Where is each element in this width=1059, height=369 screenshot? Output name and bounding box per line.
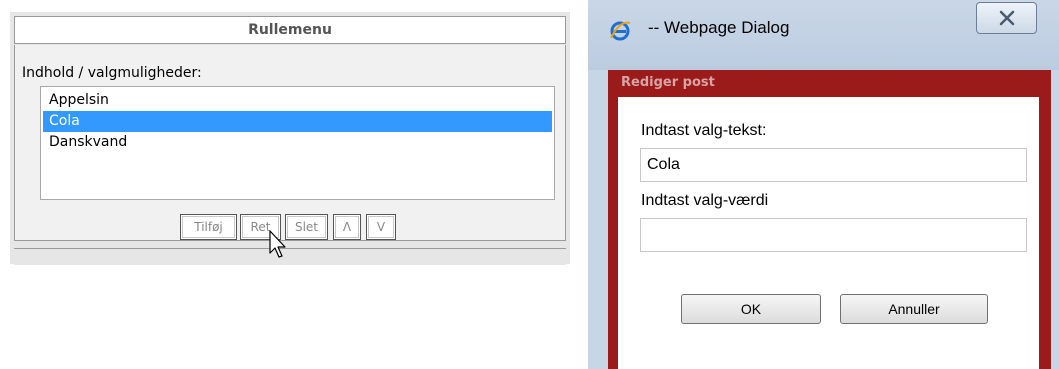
panel-footer [14, 248, 566, 265]
webpage-dialog: -- Webpage Dialog Rediger post Indtast v… [588, 0, 1059, 369]
dialog-body: Indtast valg-tekst: Cola Indtast valg-væ… [618, 97, 1039, 369]
options-label: Indhold / valgmuligheder: [22, 65, 202, 81]
dialog-frame: Rediger post Indtast valg-tekst: Cola In… [608, 70, 1051, 369]
add-button[interactable]: Tilføj [180, 214, 237, 240]
panel-title: Rullemenu [14, 16, 566, 44]
delete-button[interactable]: Slet [285, 214, 328, 240]
mouse-pointer-icon [269, 230, 286, 258]
dropdown-editor-panel: Rullemenu Indhold / valgmuligheder: Appe… [10, 12, 570, 265]
dialog-panel-title: Rediger post [621, 75, 715, 90]
value-input[interactable] [640, 218, 1027, 252]
move-down-button[interactable]: V [366, 214, 396, 240]
cancel-button[interactable]: Annuller [840, 294, 988, 324]
move-up-button[interactable]: Λ [333, 214, 361, 240]
close-icon [999, 10, 1015, 26]
dialog-titlebar: -- Webpage Dialog [588, 0, 1059, 70]
ie-icon [610, 21, 631, 41]
list-item[interactable]: Appelsin [43, 90, 552, 111]
dialog-title: -- Webpage Dialog [648, 18, 790, 37]
value-label: Indtast valg-værdi [641, 192, 769, 209]
ok-button[interactable]: OK [681, 294, 821, 324]
text-input[interactable]: Cola [640, 148, 1027, 182]
close-button[interactable] [976, 2, 1037, 34]
text-label: Indtast valg-tekst: [641, 122, 767, 139]
list-item-selected[interactable]: Cola [43, 111, 552, 132]
options-listbox[interactable]: Appelsin Cola Danskvand [40, 86, 555, 200]
list-item[interactable]: Danskvand [43, 132, 552, 153]
